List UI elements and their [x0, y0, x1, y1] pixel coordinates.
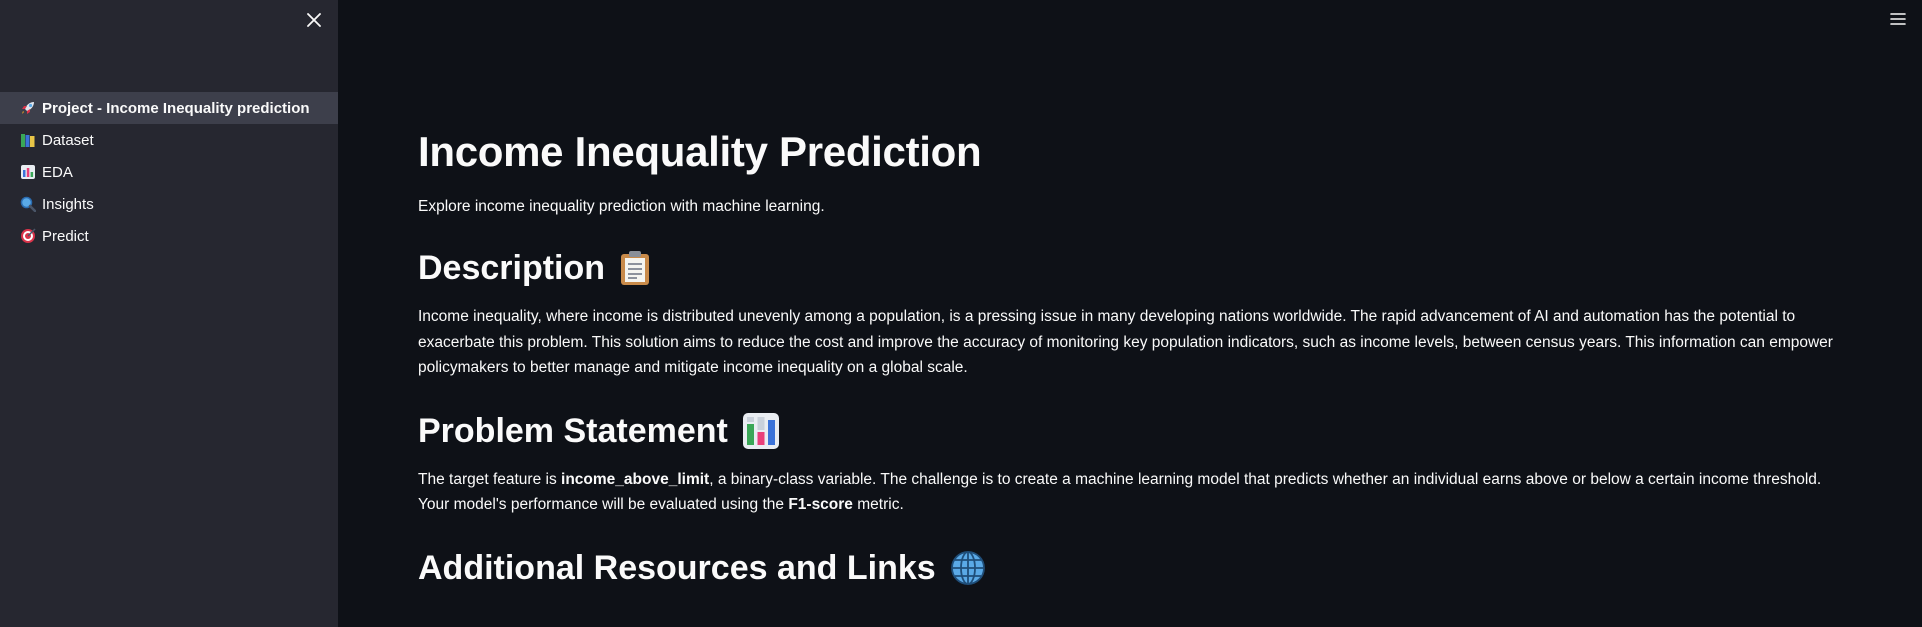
bar-chart-icon	[742, 412, 780, 450]
sidebar-item-dataset[interactable]: Dataset	[0, 124, 338, 156]
sidebar-item-label: Insights	[42, 195, 94, 213]
problem-statement-heading: Problem Statement	[418, 407, 1838, 455]
sidebar-item-label: Dataset	[42, 131, 94, 149]
globe-icon	[950, 550, 986, 586]
metric-name: F1-score	[788, 496, 853, 513]
sidebar-item-label: Predict	[42, 227, 89, 245]
app-root: Project - Income Inequality prediction D…	[0, 0, 1922, 627]
problem-text-part: metric.	[852, 496, 904, 513]
description-text: Income inequality, where income is distr…	[418, 308, 1833, 376]
problem-text-part: The target feature is	[418, 470, 562, 488]
hamburger-menu-icon[interactable]	[1886, 8, 1910, 30]
description-heading-text: Description	[418, 249, 606, 287]
books-icon	[20, 132, 42, 148]
target-feature-name: income_above_limit	[561, 470, 710, 488]
sidebar-nav: Project - Income Inequality prediction D…	[0, 92, 338, 252]
main-content: Income Inequality Prediction Explore inc…	[418, 120, 1838, 592]
magnifier-icon	[20, 196, 42, 212]
target-icon	[20, 228, 42, 244]
page-title: Income Inequality Prediction	[418, 128, 982, 175]
page-subtitle: Explore income inequality prediction wit…	[418, 198, 825, 215]
sidebar-item-label: Project - Income Inequality prediction	[42, 99, 310, 117]
sidebar: Project - Income Inequality prediction D…	[0, 0, 338, 627]
resources-heading-text: Additional Resources and Links	[418, 548, 936, 587]
sidebar-item-project[interactable]: Project - Income Inequality prediction	[0, 92, 338, 124]
sidebar-item-eda[interactable]: EDA	[0, 156, 338, 188]
rocket-icon	[20, 100, 42, 116]
sidebar-item-insights[interactable]: Insights	[0, 188, 338, 220]
problem-statement-heading-text: Problem Statement	[418, 411, 728, 450]
sidebar-item-label: EDA	[42, 163, 73, 181]
clipboard-icon	[619, 250, 651, 286]
sidebar-item-predict[interactable]: Predict	[0, 220, 338, 252]
close-icon[interactable]	[302, 8, 326, 32]
bar-chart-icon	[20, 164, 42, 180]
resources-heading: Additional Resources and Links	[418, 544, 1838, 592]
problem-statement-text: The target feature is income_above_limit…	[418, 467, 1838, 518]
description-heading: Description	[418, 244, 1838, 292]
